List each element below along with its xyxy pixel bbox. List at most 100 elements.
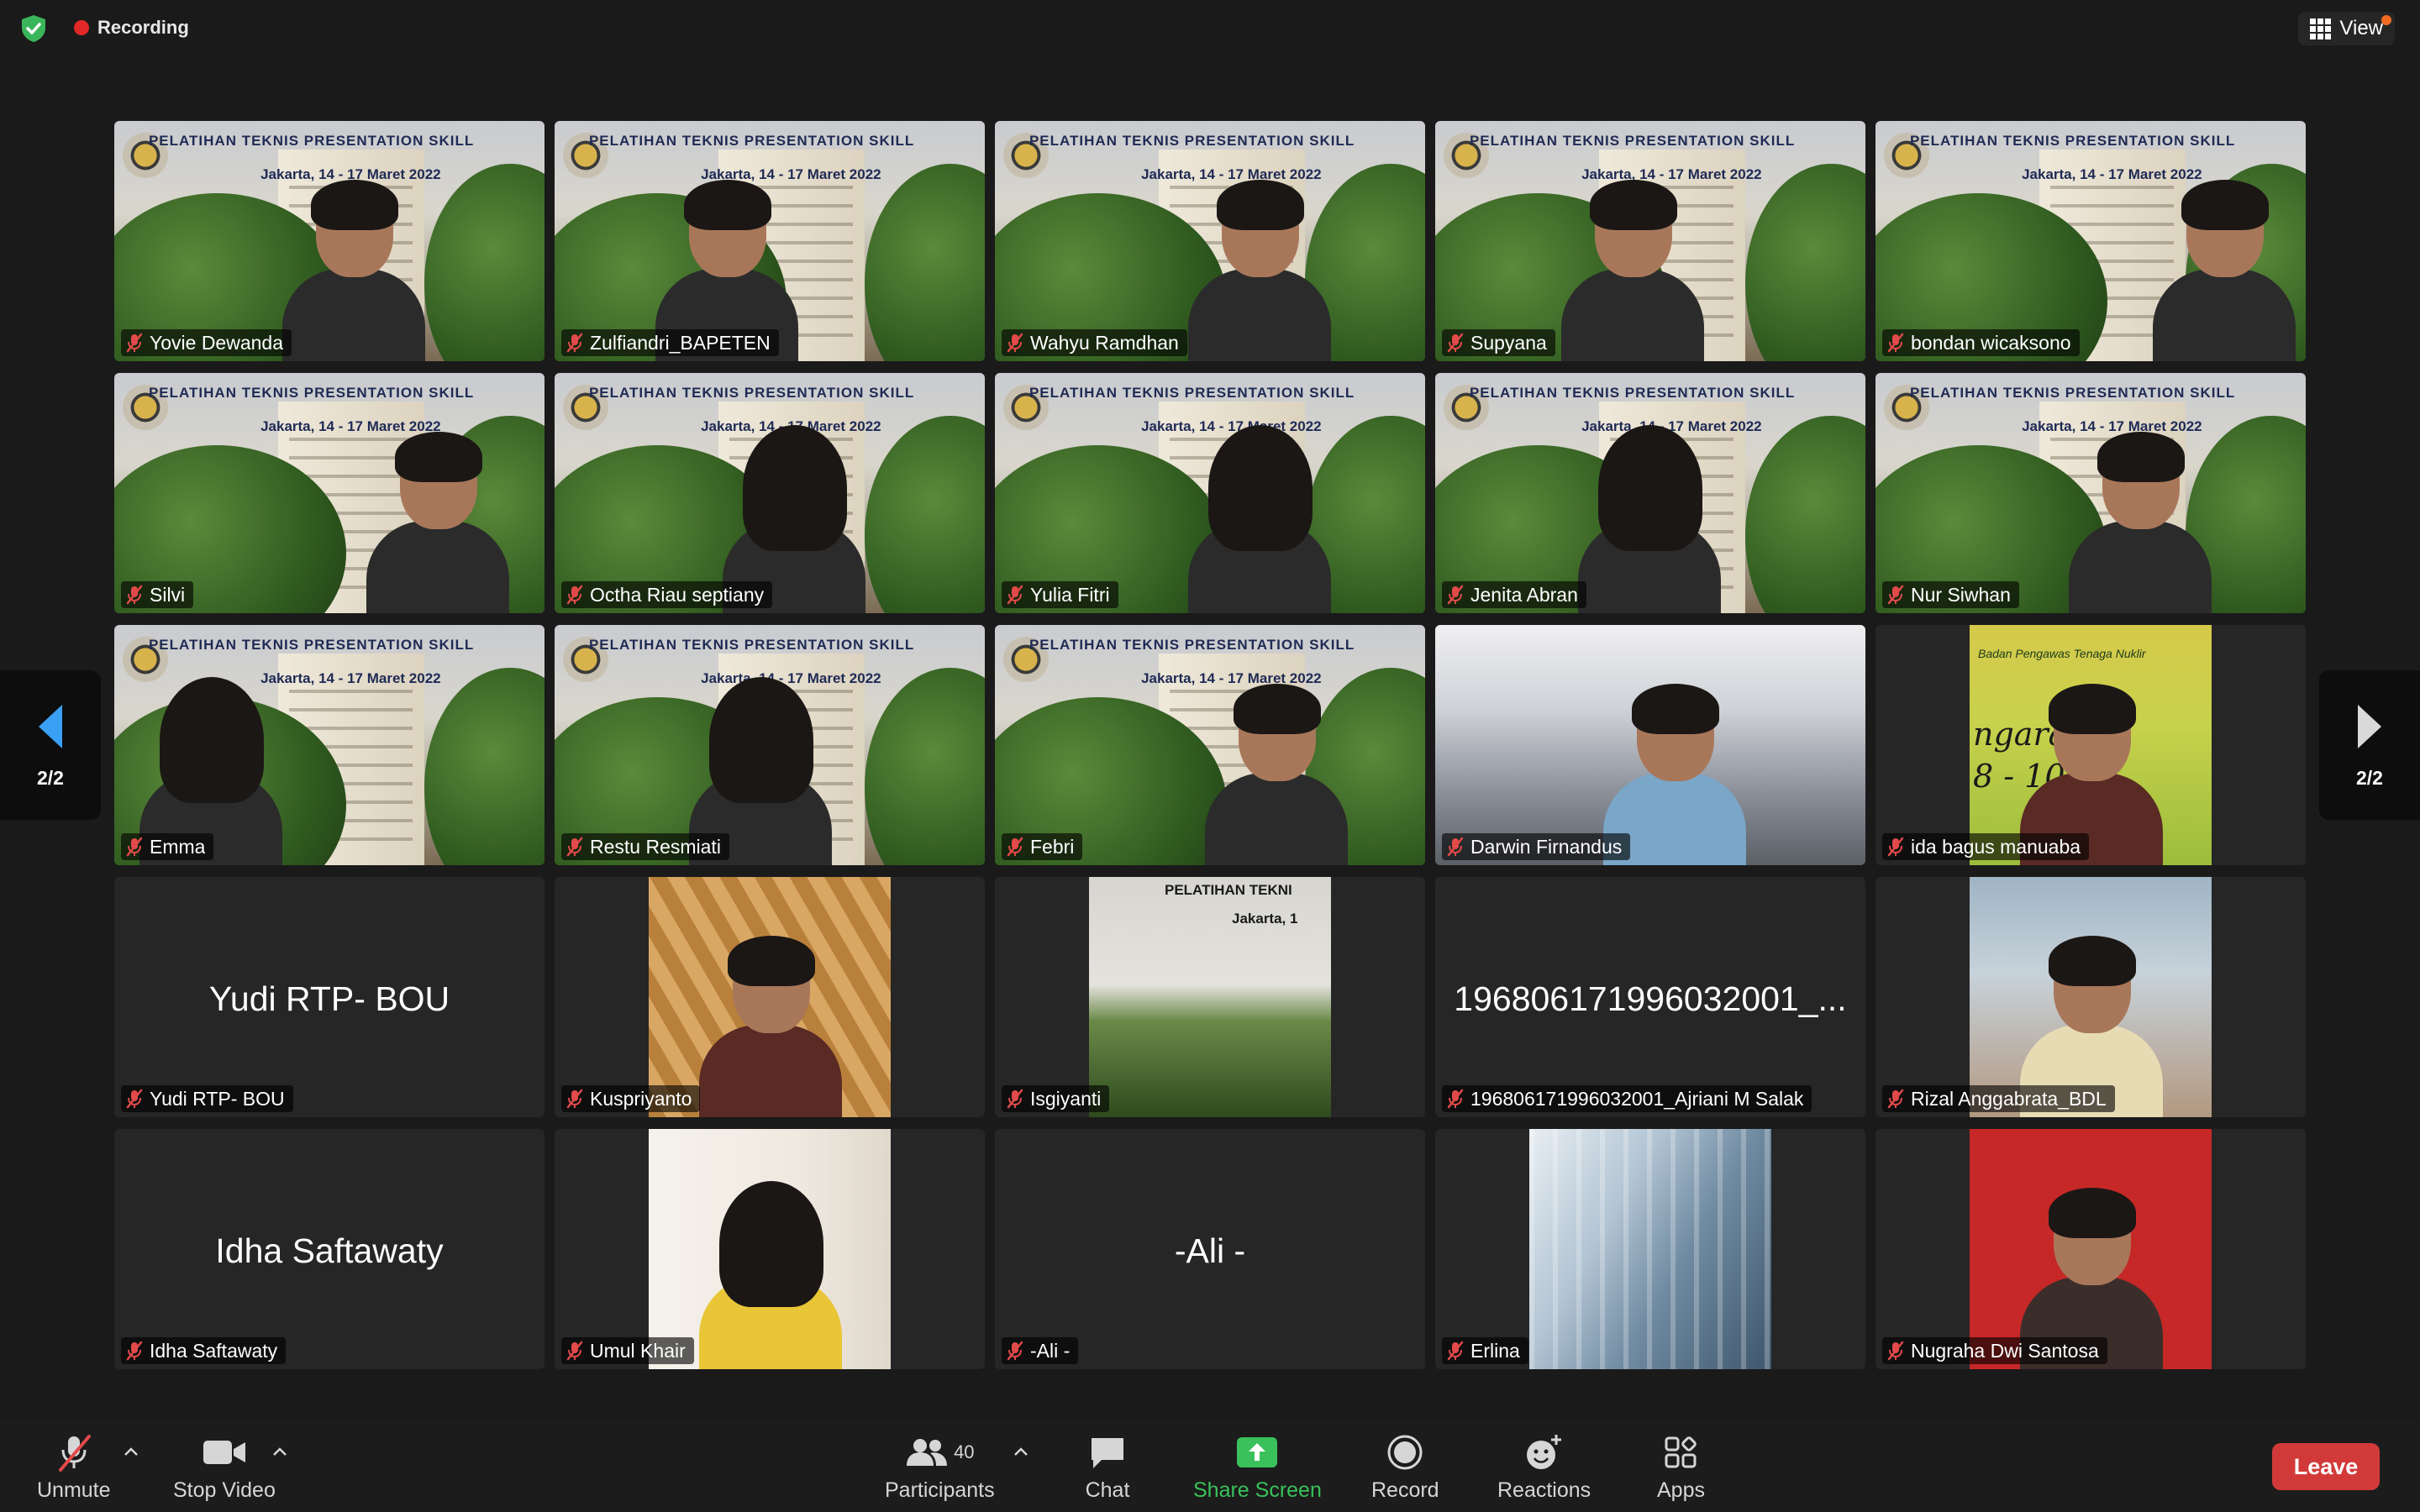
record-label: Record	[1371, 1478, 1439, 1502]
participant-figure	[2153, 180, 2296, 361]
banner-subtitle: Jakarta, 14 - 17 Maret 2022	[2022, 418, 2202, 435]
mic-muted-icon	[1447, 333, 1464, 353]
mic-muted-icon	[566, 837, 583, 857]
participant-name: Idha Saftawaty	[150, 1339, 278, 1362]
chat-button[interactable]: Chat	[1084, 1433, 1131, 1503]
share-arrow-icon	[1237, 1437, 1278, 1467]
participant-profile-photo: PELATIHAN TEKNI Jakarta, 1	[1089, 877, 1331, 1117]
mic-muted-icon	[566, 1341, 583, 1361]
participant-name-tag: Yudi RTP- BOU	[121, 1085, 293, 1112]
apps-button[interactable]: Apps	[1657, 1433, 1705, 1503]
banner-subtitle: Jakarta, 14 - 17 Maret 2022	[701, 670, 881, 687]
banner-title: PELATIHAN TEKNIS PRESENTATION SKILL	[1028, 133, 1355, 150]
unmute-button[interactable]: Unmute	[37, 1433, 111, 1503]
share-screen-button[interactable]: Share Screen	[1193, 1433, 1322, 1503]
shield-icon[interactable]	[18, 13, 49, 44]
participant-tile[interactable]: Badan Pengawas Tenaga Nuklir ngaran P8 - …	[1876, 625, 2306, 865]
recording-indicator[interactable]: Recording	[74, 15, 189, 40]
participant-tile[interactable]: Erlina	[1435, 1129, 1865, 1369]
banner-title: PELATIHAN TEKNIS PRESENTATION SKILL	[1909, 133, 2236, 150]
participant-figure	[699, 936, 842, 1117]
banner-title: PELATIHAN TEKNIS PRESENTATION SKILL	[1469, 385, 1796, 402]
participant-tile[interactable]: PELATIHAN TEKNI Jakarta, 1 Isgiyanti	[995, 877, 1425, 1117]
participant-tile[interactable]: PELATIHAN TEKNIS PRESENTATION SKILL Jakar…	[1876, 121, 2306, 361]
mic-muted-icon	[1007, 333, 1023, 353]
participant-tile[interactable]: PELATIHAN TEKNIS PRESENTATION SKILL Jakar…	[1876, 373, 2306, 613]
participant-tile[interactable]: Nugraha Dwi Santosa	[1876, 1129, 2306, 1369]
participant-name: -Ali -	[1030, 1339, 1071, 1362]
previous-page-button[interactable]: 2/2	[0, 670, 101, 820]
participant-tile[interactable]: Kuspriyanto	[555, 877, 985, 1117]
mic-muted-icon	[1007, 585, 1023, 605]
participant-figure	[282, 180, 425, 361]
participant-tile[interactable]: 196806171996032001_... 196806171996032001…	[1435, 877, 1865, 1117]
participant-tile[interactable]: PELATIHAN TEKNIS PRESENTATION SKILL Jakar…	[995, 625, 1425, 865]
participant-tile[interactable]: PELATIHAN TEKNIS PRESENTATION SKILL Jakar…	[114, 373, 544, 613]
video-camera-icon	[203, 1441, 245, 1464]
participant-video: PELATIHAN TEKNIS PRESENTATION SKILL Jakar…	[1876, 121, 2306, 361]
mic-muted-icon	[1887, 837, 1904, 857]
participant-name-tag: Zulfiandri_BAPETEN	[561, 329, 779, 356]
participant-tile[interactable]: Rizal Anggabrata_BDL	[1876, 877, 2306, 1117]
participant-name-tag: -Ali -	[1002, 1337, 1079, 1364]
video-options-caret[interactable]	[271, 1446, 288, 1457]
banner-title: PELATIHAN TEKNIS PRESENTATION SKILL	[588, 385, 915, 402]
participant-name-tag: Kuspriyanto	[561, 1085, 701, 1112]
mic-muted-icon	[126, 1089, 143, 1109]
participant-name: Jenita Abran	[1470, 583, 1578, 606]
participant-tile[interactable]: PELATIHAN TEKNIS PRESENTATION SKILL Jakar…	[995, 373, 1425, 613]
record-button[interactable]: Record	[1371, 1433, 1439, 1503]
participant-video: PELATIHAN TEKNIS PRESENTATION SKILL Jakar…	[1435, 121, 1865, 361]
recording-label: Recording	[97, 17, 189, 38]
participant-display-name: -Ali -	[1174, 1231, 1246, 1270]
participant-tile[interactable]: PELATIHAN TEKNIS PRESENTATION SKILL Jakar…	[1435, 121, 1865, 361]
participant-tile[interactable]: PELATIHAN TEKNIS PRESENTATION SKILL Jakar…	[555, 121, 985, 361]
participant-name-tag: ida bagus manuaba	[1882, 833, 2090, 860]
reactions-button[interactable]: Reactions	[1497, 1433, 1591, 1503]
chevron-left-icon	[39, 704, 62, 748]
audio-options-caret[interactable]	[123, 1446, 139, 1457]
record-dot-icon	[74, 20, 89, 35]
view-button[interactable]: View	[2298, 12, 2395, 45]
participant-name: Zulfiandri_BAPETEN	[590, 331, 771, 354]
participant-name: Isgiyanti	[1030, 1087, 1102, 1110]
participant-tile[interactable]: Umul Khair	[555, 1129, 985, 1369]
participant-name-tag: Emma	[121, 833, 214, 860]
next-page-button[interactable]: 2/2	[2319, 670, 2420, 820]
participant-tile[interactable]: PELATIHAN TEKNIS PRESENTATION SKILL Jakar…	[555, 373, 985, 613]
participant-tile[interactable]: Darwin Firnandus	[1435, 625, 1865, 865]
participant-tile[interactable]: Idha Saftawaty Idha Saftawaty	[114, 1129, 544, 1369]
participants-button[interactable]: 40 Participants	[885, 1433, 995, 1503]
participants-label: Participants	[885, 1478, 995, 1502]
apps-icon	[1665, 1436, 1697, 1468]
stop-video-button[interactable]: Stop Video	[173, 1433, 276, 1503]
participant-profile-photo	[649, 877, 891, 1117]
participant-name: Nugraha Dwi Santosa	[1911, 1339, 2099, 1362]
participant-name-tag: Yovie Dewanda	[121, 329, 292, 356]
participant-video: PELATIHAN TEKNIS PRESENTATION SKILL Jakar…	[1876, 373, 2306, 613]
participant-tile[interactable]: -Ali - -Ali -	[995, 1129, 1425, 1369]
participant-figure	[1205, 684, 1348, 865]
participant-video	[1435, 625, 1865, 865]
banner-subtitle: Jakarta, 14 - 17 Maret 2022	[2022, 166, 2202, 183]
participant-name-tag: Jenita Abran	[1442, 581, 1586, 608]
banner-subtitle: Jakarta, 14 - 17 Maret 2022	[1581, 166, 1762, 183]
participant-tile[interactable]: PELATIHAN TEKNIS PRESENTATION SKILL Jakar…	[114, 121, 544, 361]
leave-button[interactable]: Leave	[2272, 1443, 2380, 1490]
banner-subtitle: Jakarta, 14 - 17 Maret 2022	[260, 418, 441, 435]
participants-options-caret[interactable]	[1013, 1446, 1029, 1457]
participant-display-name: 196806171996032001_...	[1454, 979, 1847, 1018]
participant-name-tag: Nugraha Dwi Santosa	[1882, 1337, 2107, 1364]
participant-tile[interactable]: PELATIHAN TEKNIS PRESENTATION SKILL Jakar…	[555, 625, 985, 865]
participant-tile[interactable]: PELATIHAN TEKNIS PRESENTATION SKILL Jakar…	[114, 625, 544, 865]
participant-name-tag: Erlina	[1442, 1337, 1528, 1364]
banner-title: PELATIHAN TEKNIS PRESENTATION SKILL	[1028, 637, 1355, 654]
participant-video: PELATIHAN TEKNIS PRESENTATION SKILL Jakar…	[995, 373, 1425, 613]
participant-tile[interactable]: PELATIHAN TEKNIS PRESENTATION SKILL Jakar…	[1435, 373, 1865, 613]
mic-muted-icon	[1887, 1341, 1904, 1361]
participant-tile[interactable]: PELATIHAN TEKNIS PRESENTATION SKILL Jakar…	[995, 121, 1425, 361]
participant-tile[interactable]: Yudi RTP- BOU Yudi RTP- BOU	[114, 877, 544, 1117]
reactions-icon	[1526, 1435, 1561, 1469]
mic-muted-icon	[58, 1435, 91, 1472]
participant-figure	[1188, 180, 1331, 361]
